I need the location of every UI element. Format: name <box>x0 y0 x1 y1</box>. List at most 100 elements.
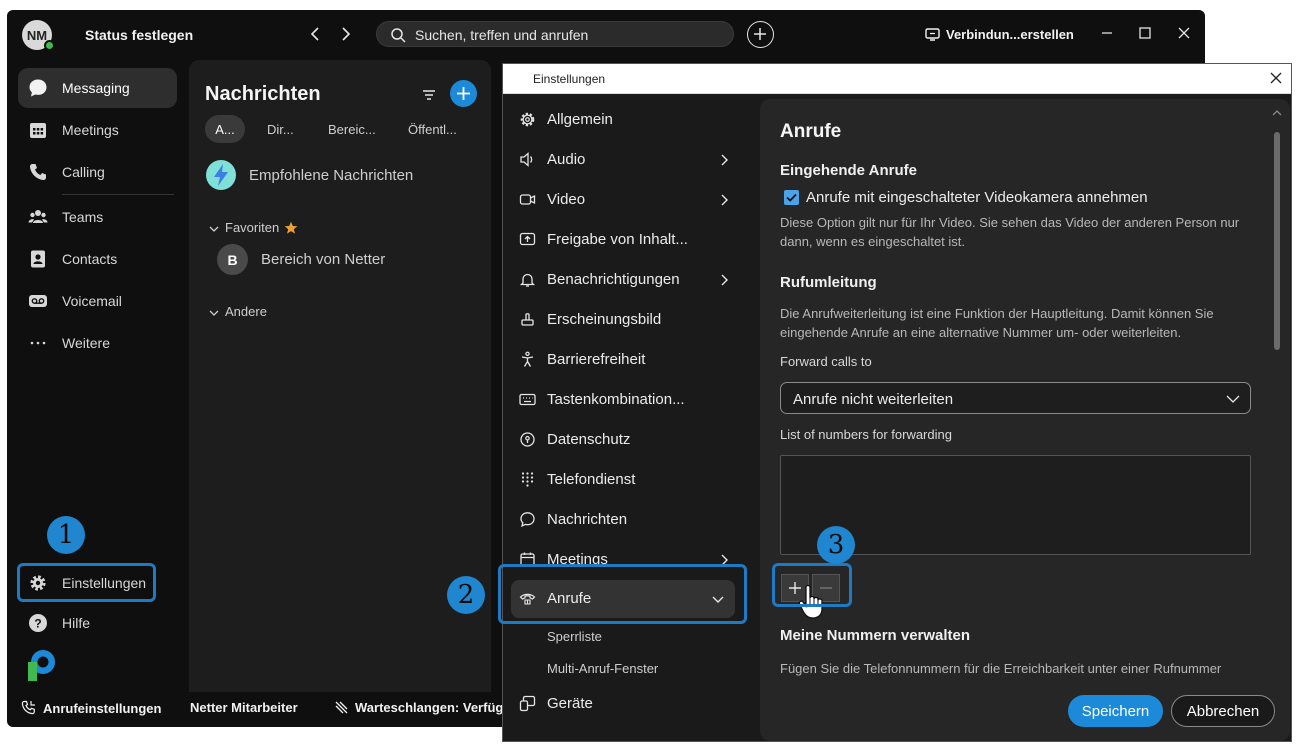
settings-subcategory-multi-call-window[interactable]: Multi-Anruf-Fenster <box>547 661 658 676</box>
filter-tab-spaces[interactable]: Bereic... <box>328 115 376 143</box>
settings-category-content-sharing[interactable]: Freigabe von Inhalt... <box>519 221 733 259</box>
chevron-right-icon <box>721 274 728 286</box>
keyboard-icon <box>519 393 536 406</box>
settings-category-general[interactable]: Allgemein <box>519 101 733 139</box>
rail-item-voicemail[interactable]: Voicemail <box>18 281 177 321</box>
save-button[interactable]: Speichern <box>1068 695 1163 727</box>
rail-label-calling: Calling <box>62 164 105 180</box>
maximize-button[interactable] <box>1136 24 1154 42</box>
settings-category-notifications[interactable]: Benachrichtigungen <box>519 261 733 299</box>
devices-icon <box>519 695 536 712</box>
settings-category-devices[interactable]: Geräte <box>519 685 733 723</box>
rail-divider <box>62 194 174 195</box>
dialpad-icon <box>521 472 534 487</box>
set-status-button[interactable]: Status festlegen <box>85 27 193 43</box>
video-on-answer-label[interactable]: Anrufe mit eingeschalteter Videokamera a… <box>806 189 1148 206</box>
filter-icon[interactable] <box>422 88 436 102</box>
call-settings-button[interactable]: Anrufeinstellungen <box>21 700 161 716</box>
new-action-button[interactable] <box>747 21 774 48</box>
call-forwarding-heading: Rufumleitung <box>780 274 877 291</box>
queues-button[interactable]: Warteschlangen: Verfüg <box>334 700 503 715</box>
add-button-highlight-box <box>772 563 852 607</box>
video-camera-icon <box>519 194 536 205</box>
settings-category-messages[interactable]: Nachrichten <box>519 501 733 539</box>
people-icon <box>28 210 48 223</box>
filter-tab-label: Öffentl... <box>408 121 457 137</box>
forward-calls-select[interactable]: Anrufe nicht weiterleiten <box>780 382 1251 414</box>
screen-connect-icon <box>925 28 940 41</box>
filter-tab-public[interactable]: Öffentl... <box>408 115 457 143</box>
favorite-space-label: Bereich von Netter <box>261 251 386 268</box>
search-placeholder: Suchen, treffen und anrufen <box>415 27 589 43</box>
cancel-button[interactable]: Abbrechen <box>1171 695 1275 727</box>
connect-device-button[interactable]: Verbindun...erstellen <box>925 27 1074 42</box>
call-settings-label: Anrufeinstellungen <box>43 700 162 716</box>
user-status-button[interactable]: Netter Mitarbeiter <box>190 700 298 715</box>
paint-icon <box>521 313 534 326</box>
help-icon: ? <box>29 614 47 632</box>
settings-category-accessibility[interactable]: Barrierefreiheit <box>519 341 733 379</box>
rail-item-messaging[interactable]: Messaging <box>18 68 177 108</box>
chevron-down-icon <box>209 226 219 232</box>
settings-category-audio[interactable]: Audio <box>519 141 733 179</box>
forward-calls-select-value: Anrufe nicht weiterleiten <box>793 391 954 408</box>
call-forwarding-description: Die Anrufweiterleitung ist eine Funktion… <box>780 306 1214 340</box>
minimize-button[interactable] <box>1098 24 1116 42</box>
settings-category-phone-service[interactable]: Telefondienst <box>519 461 733 499</box>
space-avatar: B <box>217 244 248 275</box>
settings-category-privacy[interactable]: Datenschutz <box>519 421 733 459</box>
new-message-button[interactable] <box>450 80 477 107</box>
queue-icon <box>335 701 348 714</box>
rail-item-teams[interactable]: Teams <box>18 197 177 237</box>
close-window-button[interactable] <box>1175 24 1193 42</box>
contact-card-icon <box>31 250 45 268</box>
filter-tab-label: Dir... <box>267 121 294 137</box>
svg-text:?: ? <box>34 617 41 631</box>
messages-panel: Nachrichten A... Dir... Bereic... Öffent… <box>189 60 491 692</box>
calendar-icon <box>30 123 46 138</box>
forward-arrow-icon[interactable] <box>336 25 354 43</box>
close-icon[interactable] <box>1269 71 1283 85</box>
maximize-icon <box>1139 27 1151 39</box>
video-description: Diese Option gilt nur für Ihr Video. Sie… <box>780 215 1240 249</box>
calls-settings-content: Anrufe Eingehende Anrufe Anrufe mit eing… <box>760 99 1290 741</box>
settings-subcategory-blocklist[interactable]: Sperrliste <box>547 629 602 644</box>
calls-category-highlight-box <box>498 564 747 624</box>
rail-item-contacts[interactable]: Contacts <box>18 239 177 279</box>
rail-label-meetings: Meetings <box>62 122 119 138</box>
gear-icon <box>520 112 535 127</box>
scroll-up-arrow-icon[interactable] <box>1272 109 1282 117</box>
callout-badge-2: 2 <box>447 576 485 614</box>
category-label: Geräte <box>547 695 593 712</box>
lightning-icon <box>206 160 236 190</box>
back-arrow-icon[interactable] <box>307 25 325 43</box>
rail-item-meetings[interactable]: Meetings <box>18 110 177 150</box>
category-label: Datenschutz <box>547 431 631 448</box>
plus-icon <box>754 28 766 40</box>
rail-label-help: Hilfe <box>62 615 91 631</box>
chat-bubble-icon <box>29 79 47 97</box>
settings-category-video[interactable]: Video <box>519 181 733 219</box>
search-input[interactable]: Suchen, treffen und anrufen <box>376 21 734 47</box>
forwarding-numbers-label: List of numbers for forwarding <box>780 427 952 442</box>
rail-item-help[interactable]: ? Hilfe <box>18 603 177 643</box>
settings-category-shortcuts[interactable]: Tastenkombination... <box>519 381 733 419</box>
chat-bubble-icon <box>520 512 535 528</box>
rail-item-calling[interactable]: Calling <box>18 152 177 192</box>
video-on-answer-checkbox[interactable] <box>784 190 799 205</box>
presence-indicator <box>44 40 55 51</box>
settings-highlight-box <box>17 563 156 602</box>
cancel-label: Abbrechen <box>1186 702 1260 720</box>
rail-item-more[interactable]: Weitere <box>18 323 177 363</box>
checkmark-icon <box>786 193 797 202</box>
rail-label-more: Weitere <box>62 335 110 351</box>
settings-category-appearance[interactable]: Erscheinungsbild <box>519 301 733 339</box>
user-name-label: Netter Mitarbeiter <box>190 700 298 715</box>
filter-tab-direct[interactable]: Dir... <box>267 115 294 143</box>
rail-label-contacts: Contacts <box>62 251 118 267</box>
category-label: Tastenkombination... <box>547 391 685 408</box>
filter-tab-all[interactable]: A... <box>205 115 245 143</box>
favorites-label: Favoriten <box>225 220 280 235</box>
scrollbar-thumb[interactable] <box>1274 132 1280 350</box>
category-label: Barrierefreiheit <box>547 351 646 368</box>
